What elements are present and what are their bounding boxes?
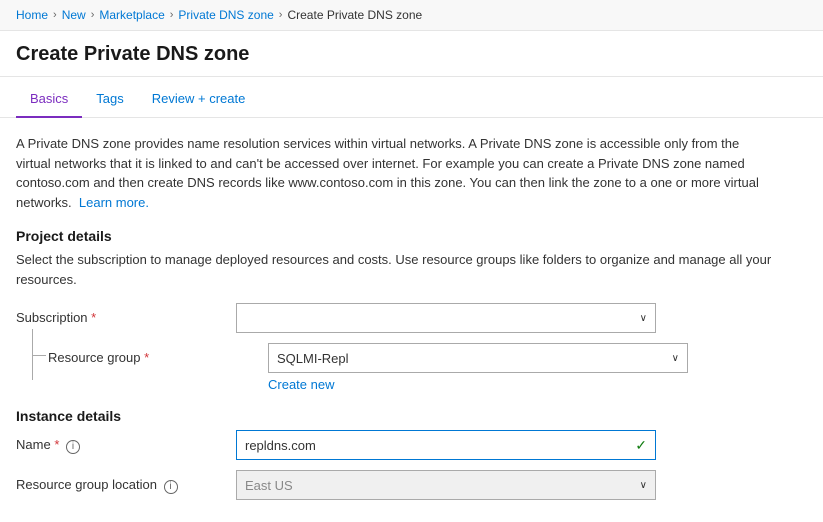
name-check-icon: ✓ xyxy=(635,437,647,454)
project-details-title: Project details xyxy=(16,228,807,244)
breadcrumb-sep-2: › xyxy=(91,9,95,21)
breadcrumb-new[interactable]: New xyxy=(62,8,86,22)
resource-group-location-label: Resource group location i xyxy=(16,470,236,494)
subscription-chevron-icon: ∨ xyxy=(640,313,647,324)
name-value: repldns.com xyxy=(245,438,635,453)
location-info-icon[interactable]: i xyxy=(164,480,178,494)
instance-details-title: Instance details xyxy=(16,408,807,424)
tab-tags[interactable]: Tags xyxy=(82,81,137,118)
breadcrumb-home[interactable]: Home xyxy=(16,8,48,22)
name-input[interactable]: repldns.com ✓ xyxy=(236,430,656,460)
resource-group-row: Resource group * SQLMI-Repl ∨ Create new xyxy=(16,343,807,392)
project-details-desc: Select the subscription to manage deploy… xyxy=(16,250,776,289)
name-info-icon[interactable]: i xyxy=(66,440,80,454)
resource-group-dropdown[interactable]: SQLMI-Repl ∨ xyxy=(268,343,688,373)
page-title-bar: Create Private DNS zone xyxy=(0,31,823,77)
resource-group-location-dropdown: East US ∨ xyxy=(236,470,656,500)
name-row: Name * i repldns.com ✓ xyxy=(16,430,807,460)
create-new-link[interactable]: Create new xyxy=(268,377,688,392)
breadcrumb-private-dns-zone[interactable]: Private DNS zone xyxy=(178,8,273,22)
instance-details-section: Instance details Name * i repldns.com ✓ … xyxy=(16,408,807,500)
resource-group-required: * xyxy=(144,350,149,365)
breadcrumb-sep-1: › xyxy=(53,9,57,21)
breadcrumb-marketplace[interactable]: Marketplace xyxy=(99,8,164,22)
location-chevron-icon: ∨ xyxy=(640,480,647,491)
resource-group-location-value: East US xyxy=(245,478,640,493)
breadcrumb: Home › New › Marketplace › Private DNS z… xyxy=(0,0,823,31)
tab-basics[interactable]: Basics xyxy=(16,81,82,118)
learn-more-link[interactable]: Learn more. xyxy=(79,195,149,210)
project-details-section: Project details Select the subscription … xyxy=(16,228,807,392)
breadcrumb-sep-4: › xyxy=(279,9,283,21)
name-label: Name * i xyxy=(16,430,236,454)
subscription-required: * xyxy=(91,310,96,325)
breadcrumb-sep-3: › xyxy=(170,9,174,21)
description-text: A Private DNS zone provides name resolut… xyxy=(16,134,776,212)
resource-group-chevron-icon: ∨ xyxy=(672,353,679,364)
breadcrumb-current: Create Private DNS zone xyxy=(287,8,422,22)
tab-review-create[interactable]: Review + create xyxy=(138,81,260,118)
subscription-dropdown[interactable]: ∨ xyxy=(236,303,656,333)
resource-group-value: SQLMI-Repl xyxy=(277,351,672,366)
tabs-container: Basics Tags Review + create xyxy=(0,81,823,118)
subscription-label: Subscription * xyxy=(16,303,236,325)
name-required: * xyxy=(54,437,59,452)
resource-group-label: Resource group * xyxy=(48,343,268,365)
subscription-row: Subscription * ∨ xyxy=(16,303,807,333)
resource-group-location-row: Resource group location i East US ∨ xyxy=(16,470,807,500)
content-area: A Private DNS zone provides name resolut… xyxy=(0,118,823,500)
page-title: Create Private DNS zone xyxy=(16,43,807,66)
